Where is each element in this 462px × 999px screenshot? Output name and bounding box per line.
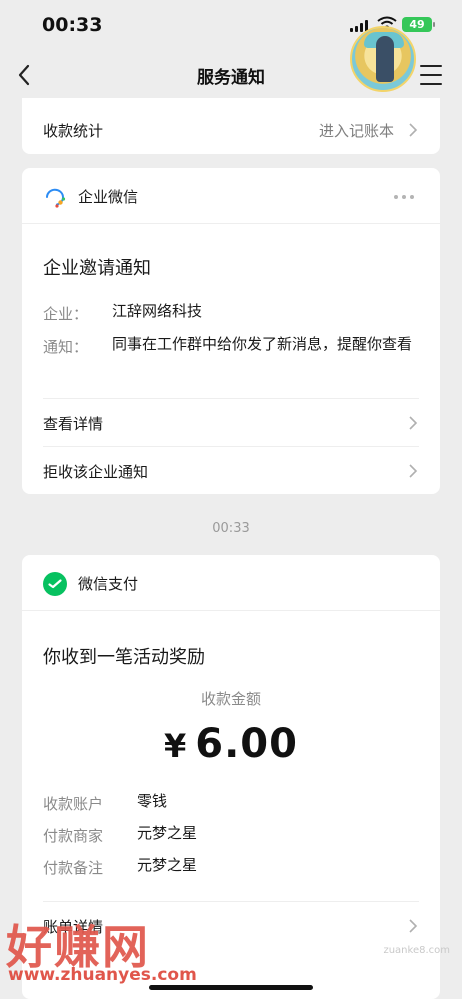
ledger-link[interactable]: 进入记账本 bbox=[319, 120, 394, 141]
reject-notice-row[interactable]: 拒收该企业通知 bbox=[22, 447, 440, 494]
battery-icon: 49 bbox=[402, 17, 435, 32]
chevron-right-icon bbox=[409, 464, 418, 478]
status-time: 00:33 bbox=[42, 14, 103, 36]
wechat-pay-icon bbox=[43, 572, 67, 596]
brand-name: 企业微信 bbox=[78, 188, 139, 206]
watermark-url: www.zhuanyes.com bbox=[8, 965, 197, 985]
message-title: 你收到一笔活动奖励 bbox=[43, 647, 205, 668]
amount-value: ¥6.00 bbox=[22, 721, 440, 767]
field-value: 元梦之星 bbox=[137, 824, 198, 842]
card-header: 企业微信 bbox=[22, 168, 440, 224]
avatar[interactable] bbox=[350, 26, 416, 92]
stats-label: 收款统计 bbox=[43, 122, 104, 140]
message-title: 企业邀请通知 bbox=[43, 258, 151, 279]
more-icon[interactable] bbox=[394, 195, 414, 199]
field-value: 江辞网络科技 bbox=[112, 302, 203, 320]
message-timestamp: 00:33 bbox=[212, 521, 250, 536]
field-value: 元梦之星 bbox=[137, 856, 198, 874]
amount-number: 6.00 bbox=[195, 721, 298, 767]
field-key: 付款商家 bbox=[43, 827, 104, 845]
field-key: 通知： bbox=[43, 338, 89, 356]
menu-icon[interactable] bbox=[420, 65, 442, 85]
brand-name: 微信支付 bbox=[78, 575, 139, 593]
faint-watermark: zuanke8.com bbox=[383, 945, 450, 956]
stats-card[interactable]: 收款统计 进入记账本 bbox=[22, 98, 440, 154]
chevron-right-icon bbox=[409, 416, 418, 430]
view-details-label: 查看详情 bbox=[43, 415, 104, 433]
field-key: 付款备注 bbox=[43, 859, 104, 877]
currency-symbol: ¥ bbox=[164, 727, 188, 765]
chevron-right-icon bbox=[409, 123, 418, 137]
reject-notice-label: 拒收该企业通知 bbox=[43, 463, 149, 481]
field-key: 企业： bbox=[43, 305, 89, 323]
field-value: 同事在工作群中给你发了新消息，提醒你查看 bbox=[112, 335, 413, 353]
view-details-row[interactable]: 查看详情 bbox=[22, 399, 440, 446]
wecom-icon bbox=[46, 188, 66, 208]
wecom-message-card: 企业微信 企业邀请通知 企业： 江辞网络科技 通知： 同事在工作群中给你发了新消… bbox=[22, 168, 440, 494]
home-indicator bbox=[149, 985, 313, 990]
amount-label: 收款金额 bbox=[200, 690, 261, 708]
field-key: 收款账户 bbox=[43, 795, 104, 813]
field-value: 零钱 bbox=[137, 792, 168, 810]
card-header: 微信支付 bbox=[22, 555, 440, 611]
chevron-right-icon bbox=[409, 919, 418, 933]
